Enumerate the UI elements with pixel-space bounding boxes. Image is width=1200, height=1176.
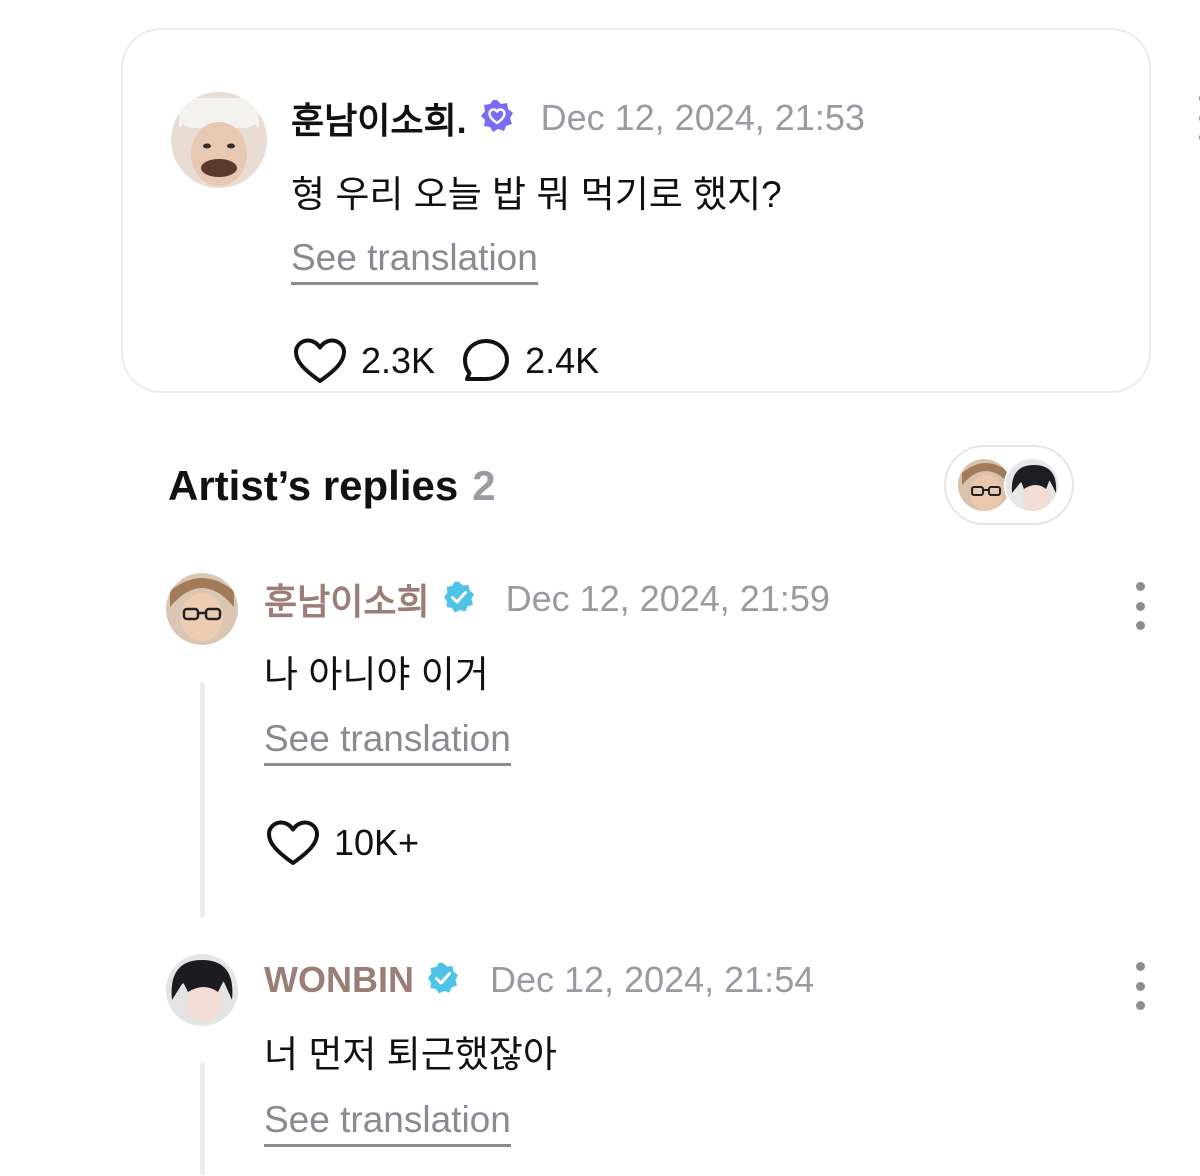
artist-avatars-pill[interactable] [944, 445, 1074, 525]
post-comment-count: 2.4K [525, 340, 600, 381]
reply-thread-line [200, 682, 205, 918]
artist-verified-badge-icon [426, 961, 460, 1000]
comment-bubble-icon[interactable] [461, 337, 511, 385]
post-like-count: 2.3K [361, 340, 436, 381]
reply-author-avatar[interactable] [166, 573, 238, 645]
app-root: 훈남이소희. Dec 12, 2024, 21:53 형 우리 오늘 밥 뭐 먹… [0, 0, 1200, 1176]
fan-post-card[interactable]: 훈남이소희. Dec 12, 2024, 21:53 형 우리 오늘 밥 뭐 먹… [121, 28, 1200, 393]
reply-see-translation-link[interactable]: See translation [264, 1098, 511, 1147]
post-body-text: 형 우리 오늘 밥 뭐 먹기로 했지? [291, 174, 782, 215]
heart-icon[interactable] [293, 337, 347, 385]
post-more-options-icon[interactable] [1183, 90, 1200, 146]
reply-more-options-icon[interactable] [1120, 958, 1160, 1014]
post-stats: 2.3K 2.4K [293, 336, 625, 386]
reply-body-text: 나 아니야 이거 [264, 654, 489, 695]
artist-avatar-dark-hair-thumb [1004, 457, 1060, 513]
reply-thread-line [200, 1062, 205, 1176]
reply-author-name[interactable]: 훈남이소희 [264, 573, 430, 625]
reply-timestamp: Dec 12, 2024, 21:54 [489, 959, 815, 1000]
reply-author-avatar[interactable] [166, 954, 238, 1026]
reply-body-text: 너 먼저 퇴근했잖아 [264, 1034, 557, 1075]
reply-more-options-icon[interactable] [1120, 578, 1160, 634]
reply-author-name[interactable]: WONBIN [264, 959, 414, 1001]
heart-icon[interactable] [266, 819, 320, 867]
post-header: 훈남이소희. Dec 12, 2024, 21:53 [291, 94, 865, 142]
artist-verified-badge-icon [442, 580, 476, 619]
artist-replies-heading: Artist’s replies 2 [168, 458, 496, 514]
post-timestamp: Dec 12, 2024, 21:53 [540, 97, 865, 138]
reply-timestamp: Dec 12, 2024, 21:59 [505, 578, 830, 619]
post-see-translation-link[interactable]: See translation [291, 236, 538, 285]
reply-like-count: 10K+ [334, 822, 420, 863]
reply-header: 훈남이소희 Dec 12, 2024, 21:59 [264, 575, 830, 623]
reply-header: WONBIN Dec 12, 2024, 21:54 [264, 956, 814, 1004]
post-author-name[interactable]: 훈남이소희. [291, 92, 467, 144]
reply-stats: 10K+ [266, 818, 445, 868]
artist-replies-label: Artist’s replies [168, 462, 459, 509]
reply-see-translation-link[interactable]: See translation [264, 717, 511, 766]
artist-replies-count: 2 [472, 462, 496, 509]
fan-verified-badge-icon [479, 98, 515, 139]
post-author-avatar[interactable] [171, 92, 267, 188]
